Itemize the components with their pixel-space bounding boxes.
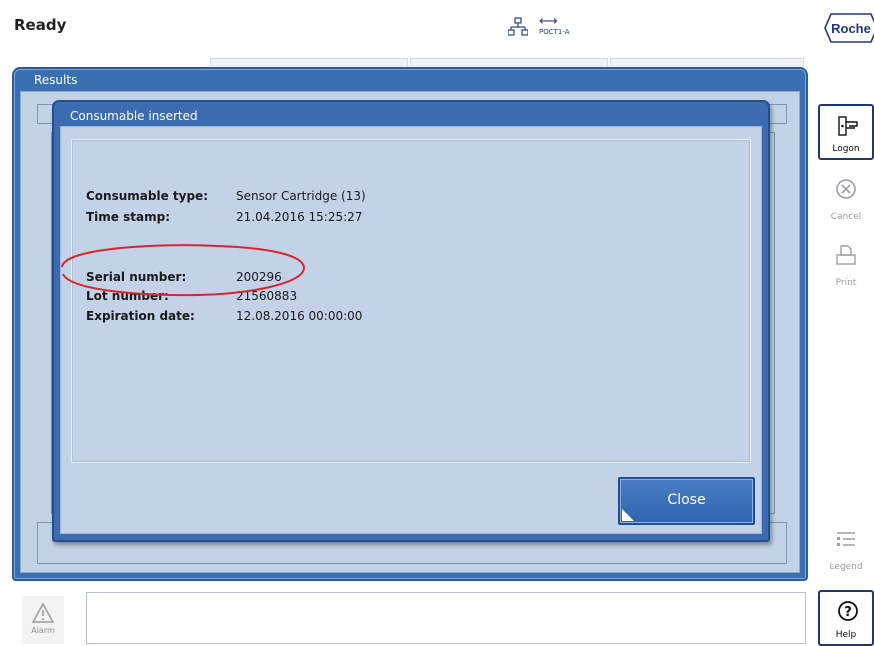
svg-text:?: ? <box>844 605 852 620</box>
logon-label: Logon <box>832 144 860 154</box>
print-label: Print <box>835 278 857 288</box>
print-button[interactable]: Print <box>818 236 874 292</box>
dialog-title: Consumable inserted <box>70 109 198 123</box>
cancel-button[interactable]: Cancel <box>818 170 874 226</box>
field-value: 12.08.2016 00:00:00 <box>236 309 363 323</box>
cancel-label: Cancel <box>830 212 862 222</box>
legend-button[interactable]: Legend <box>818 520 874 576</box>
field-label: Expiration date: <box>86 309 195 323</box>
field-label: Serial number: <box>86 270 187 284</box>
help-button[interactable]: ? Help <box>818 590 874 646</box>
right-sidebar: Logon Cancel Print Legend ? Help <box>812 100 874 646</box>
consumable-info-panel: Consumable type: Sensor Cartridge (13) T… <box>71 139 751 463</box>
help-label: Help <box>835 630 857 640</box>
dialog-body: Consumable type: Sensor Cartridge (13) T… <box>60 126 762 534</box>
roche-logo: Roche <box>824 13 874 43</box>
alarm-button[interactable]: Alarm <box>22 596 64 644</box>
connection-arrows-icon: ⟷ <box>539 14 558 29</box>
legend-icon <box>837 532 855 546</box>
alarm-label: Alarm <box>31 626 55 635</box>
results-window-title: Results <box>34 73 78 87</box>
alarm-warning-icon <box>31 602 55 623</box>
field-value: 200296 <box>236 270 282 284</box>
help-icon: ? <box>838 601 858 621</box>
message-field <box>86 592 806 644</box>
field-label: Lot number: <box>86 289 169 303</box>
close-button-label: Close <box>667 492 706 508</box>
cancel-icon <box>836 179 856 199</box>
legend-label: Legend <box>829 562 863 572</box>
field-value: Sensor Cartridge (13) <box>236 189 366 203</box>
logon-button[interactable]: Logon <box>818 104 874 160</box>
network-icon <box>508 17 528 36</box>
logon-icon <box>838 116 858 136</box>
consumable-inserted-dialog: Consumable inserted Consumable type: Sen… <box>52 100 770 542</box>
field-value: 21560883 <box>236 289 298 303</box>
field-label: Consumable type: <box>86 189 208 203</box>
roche-logo-text: Roche <box>831 21 871 36</box>
status-text: Ready <box>14 16 67 34</box>
close-button[interactable]: Close <box>618 477 755 525</box>
interface-label: POCT1-A <box>539 28 570 36</box>
button-corner-marker <box>622 509 634 521</box>
field-label: Time stamp: <box>86 210 170 224</box>
print-icon <box>836 245 856 265</box>
status-bar: Ready ⟷ POCT1-A Roche <box>0 0 874 58</box>
field-value: 21.04.2016 15:25:27 <box>236 210 363 224</box>
